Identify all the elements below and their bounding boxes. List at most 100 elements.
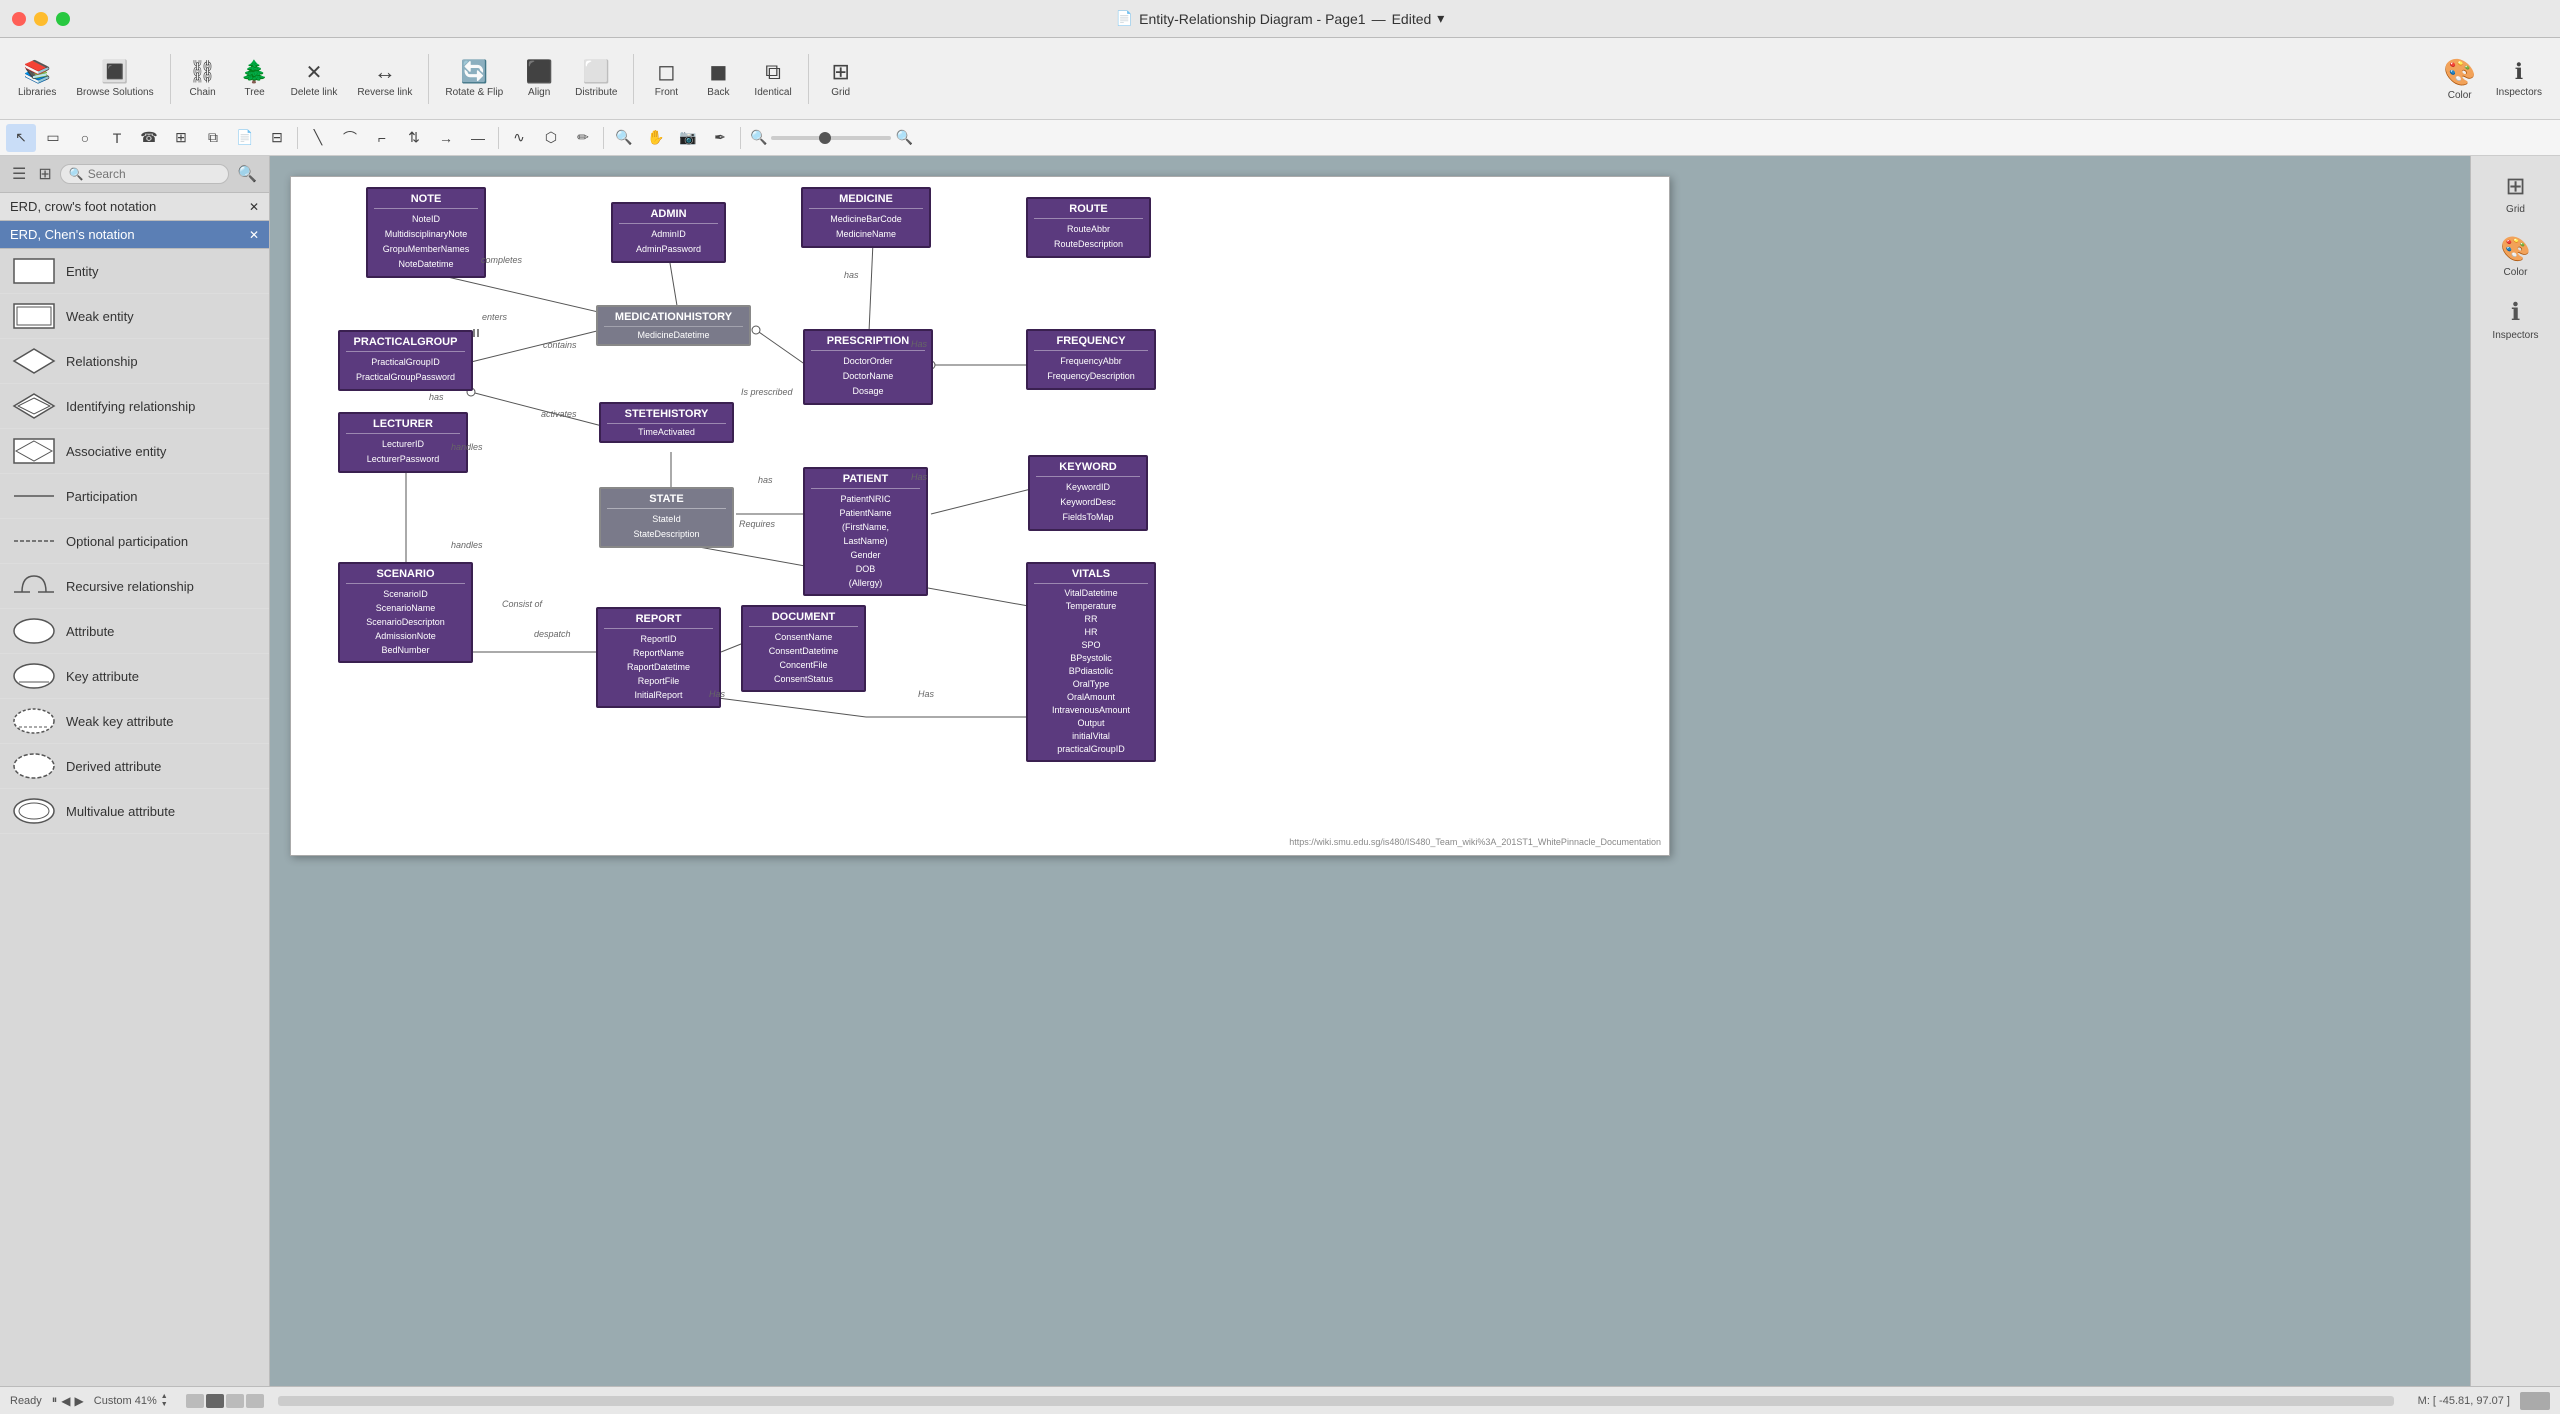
entity-medhistory[interactable]: MEDICATIONHISTORY MedicineDatetime [596, 305, 751, 346]
sidebar-search-btn[interactable]: 🔍 [233, 162, 261, 186]
toolbar-reverse-link[interactable]: ↔ Reverse link [349, 55, 420, 102]
prev-page-btn[interactable]: ◀ [61, 1394, 70, 1408]
toolbar-inspectors[interactable]: ℹ Inspectors [2488, 55, 2550, 102]
entity-route[interactable]: ROUTE RouteAbbrRouteDescription [1026, 197, 1151, 258]
inspectors-panel-btn[interactable]: ℹ Inspectors [2476, 292, 2556, 347]
curved-tool[interactable]: ⌒ [335, 124, 365, 152]
next-page-btn[interactable]: ▶ [75, 1394, 84, 1408]
toolbar-delete-link[interactable]: ✕ Delete link [283, 56, 346, 102]
entity-note[interactable]: NOTE NoteIDMultidisciplinaryNoteGropuMem… [366, 187, 486, 278]
text-tool[interactable]: T [102, 124, 132, 152]
entity-state[interactable]: STATE StateIdStateDescription [599, 487, 734, 548]
library-crows-foot[interactable]: ERD, crow's foot notation ✕ [0, 193, 269, 221]
toolbar-libraries[interactable]: 📚 Libraries [10, 55, 64, 102]
select-tool[interactable]: ↖ [6, 124, 36, 152]
shape-recursive-rel[interactable]: Recursive relationship [0, 564, 269, 609]
rect-tool[interactable]: ▭ [38, 124, 68, 152]
erd-canvas[interactable]: NOTE NoteIDMultidisciplinaryNoteGropuMem… [290, 176, 1670, 856]
page-tool[interactable]: 📄 [230, 124, 260, 152]
sidebar-search[interactable]: 🔍 [60, 164, 229, 184]
arrow-tool[interactable]: → [431, 124, 461, 152]
entity-lecturer[interactable]: LECTURER LecturerIDLecturerPassword [338, 412, 468, 473]
close-button[interactable] [12, 12, 26, 26]
pen-tool[interactable]: ✒ [705, 124, 735, 152]
double-connect-tool[interactable]: ⇅ [399, 124, 429, 152]
resize-handle[interactable] [2520, 1392, 2550, 1410]
view-btn-2[interactable] [206, 1394, 224, 1408]
entity-report[interactable]: REPORT ReportIDReportNameRaportDatetimeR… [596, 607, 721, 708]
snapshot-tool[interactable]: 📷 [673, 124, 703, 152]
toolbar-front[interactable]: ◻ Front [642, 55, 690, 102]
entity-document[interactable]: DOCUMENT ConsentNameConsentDatetimeConce… [741, 605, 866, 692]
pause-icon[interactable]: ⏸ [52, 1394, 58, 1407]
subdiagram-tool[interactable]: ⧉ [198, 124, 228, 152]
polygon-tool[interactable]: ⬡ [536, 124, 566, 152]
zoom-in-icon[interactable]: 🔍 [895, 129, 912, 146]
view-btn-1[interactable] [186, 1394, 204, 1408]
shape-weak-key-attr[interactable]: Weak key attribute [0, 699, 269, 744]
toolbar-identical[interactable]: ⧉ Identical [746, 55, 799, 102]
shape-attribute[interactable]: Attribute [0, 609, 269, 654]
entity-medicine[interactable]: MEDICINE MedicineBarCodeMedicineName [801, 187, 931, 248]
sidebar-menu-icon[interactable]: ☰ [8, 162, 30, 186]
ellipse-tool[interactable]: ○ [70, 124, 100, 152]
shape-entity[interactable]: Entity [0, 249, 269, 294]
close-chens[interactable]: ✕ [249, 228, 259, 242]
callout-tool[interactable]: ☎ [134, 124, 164, 152]
toolbar-rotate-flip[interactable]: 🔄 Rotate & Flip [437, 55, 511, 102]
toolbar-browse[interactable]: 🔳 Browse Solutions [68, 55, 161, 102]
toolbar-chain[interactable]: ⛓ Chain [179, 55, 227, 102]
shape-relationship[interactable]: Relationship [0, 339, 269, 384]
shape-identifying-rel[interactable]: Identifying relationship [0, 384, 269, 429]
free-draw-tool[interactable]: ✏ [568, 124, 598, 152]
connect-tool[interactable]: ╲ [303, 124, 333, 152]
zoom-in-tool[interactable]: 🔍 [609, 124, 639, 152]
pan-tool[interactable]: ✋ [641, 124, 671, 152]
entity-prescription[interactable]: PRESCRIPTION DoctorOrderDoctorNameDosage [803, 329, 933, 405]
entity-frequency[interactable]: FREQUENCY FrequencyAbbrFrequencyDescript… [1026, 329, 1156, 390]
toolbar-align[interactable]: ⬛ Align [515, 55, 563, 102]
entity-admin[interactable]: ADMIN AdminIDAdminPassword [611, 202, 726, 263]
shape-weak-entity[interactable]: Weak entity [0, 294, 269, 339]
view-btn-4[interactable] [246, 1394, 264, 1408]
shape-participation[interactable]: Participation [0, 474, 269, 519]
entity-vitals[interactable]: VITALS VitalDatetimeTemperatureRRHRSPOBP… [1026, 562, 1156, 762]
toolbar-color[interactable]: 🎨 Color [2435, 53, 2483, 105]
shape-key-attr[interactable]: Key attribute [0, 654, 269, 699]
canvas-area[interactable]: NOTE NoteIDMultidisciplinaryNoteGropuMem… [270, 156, 2470, 1386]
entity-keyword[interactable]: KEYWORD KeywordIDKeywordDescFieldsToMap [1028, 455, 1148, 531]
horizontal-scrollbar[interactable] [278, 1396, 2394, 1406]
shape-associative[interactable]: Associative entity [0, 429, 269, 474]
maximize-button[interactable] [56, 12, 70, 26]
entity-patient[interactable]: PATIENT PatientNRICPatientName(FirstName… [803, 467, 928, 596]
entity-statehistory[interactable]: STETEHISTORY TimeActivated [599, 402, 734, 443]
zoom-stepper[interactable]: ▲ ▼ [161, 1393, 168, 1409]
zoom-slider[interactable] [771, 136, 891, 140]
shape-multivalue-attr[interactable]: Multivalue attribute [0, 789, 269, 834]
color-panel-btn[interactable]: 🎨 Color [2476, 229, 2556, 284]
sidebar-grid-icon[interactable]: ⊞ [34, 162, 55, 186]
search-input[interactable] [88, 167, 220, 181]
close-crows-foot[interactable]: ✕ [249, 200, 259, 214]
minimize-button[interactable] [34, 12, 48, 26]
page-break-tool[interactable]: ⊟ [262, 124, 292, 152]
toolbar-back[interactable]: ◼ Back [694, 55, 742, 102]
zoom-out-icon[interactable]: 🔍 [750, 129, 767, 146]
grid-panel-btn[interactable]: ⊞ Grid [2476, 166, 2556, 221]
toolbar-tree[interactable]: 🌲 Tree [231, 55, 279, 102]
zoom-display: Custom 41% ▲ ▼ [94, 1393, 168, 1409]
shape-derived-attr[interactable]: Derived attribute [0, 744, 269, 789]
shape-optional-part[interactable]: Optional participation [0, 519, 269, 564]
line-tool[interactable]: — [463, 124, 493, 152]
library-chens[interactable]: ERD, Chen's notation ✕ [0, 221, 269, 249]
table-tool[interactable]: ⊞ [166, 124, 196, 152]
elbow-tool[interactable]: ⌐ [367, 124, 397, 152]
color-icon: 🎨 [2443, 57, 2475, 88]
toolbar-distribute[interactable]: ⬜ Distribute [567, 55, 625, 102]
entity-scenario[interactable]: SCENARIO ScenarioIDScenarioNameScenarioD… [338, 562, 473, 663]
toolbar-grid[interactable]: ⊞ Grid [817, 55, 865, 102]
bezier-tool[interactable]: ∿ [504, 124, 534, 152]
view-btn-3[interactable] [226, 1394, 244, 1408]
key-attr-icon [12, 660, 56, 692]
entity-practicalgroup[interactable]: PRACTICALGROUP PracticalGroupIDPractical… [338, 330, 473, 391]
